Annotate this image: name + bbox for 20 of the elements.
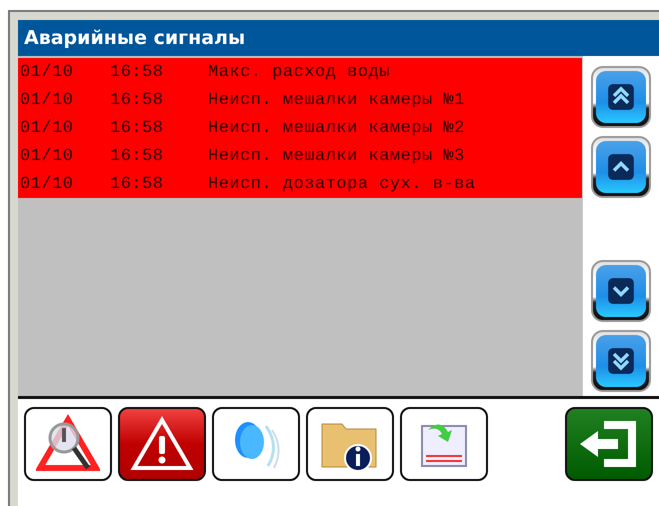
scroll-button[interactable] <box>591 260 651 322</box>
alarm-row[interactable]: 01/10 16:58 Неисп. мешалки камеры №3 <box>18 142 582 170</box>
alarm-row[interactable]: 01/10 16:58 Неисп. мешалки камеры №1 <box>18 86 582 114</box>
chevron-down-icon <box>607 277 635 305</box>
double-chevron-down-icon <box>607 347 635 375</box>
alarm-row[interactable]: 01/10 16:58 Макс. расход воды <box>18 58 582 86</box>
alarm-row[interactable]: 01/10 16:58 Неисп. дозатора сух. в-ва <box>18 170 582 198</box>
double-chevron-up-icon <box>607 83 635 111</box>
toolbar-button[interactable] <box>24 407 112 481</box>
toolbar-button[interactable] <box>306 407 394 481</box>
window-title: Аварийные сигналы <box>18 20 659 56</box>
toolbar-button[interactable] <box>565 407 653 481</box>
toolbar-button[interactable] <box>212 407 300 481</box>
alarm-row[interactable]: 01/10 16:58 Неисп. мешалки камеры №2 <box>18 114 582 142</box>
toolbar-button[interactable] <box>118 407 206 481</box>
scroll-button[interactable] <box>591 330 651 392</box>
chevron-up-icon <box>607 153 635 181</box>
toolbar-button[interactable] <box>400 407 488 481</box>
scroll-button[interactable] <box>591 66 651 128</box>
scroll-button[interactable] <box>591 136 651 198</box>
